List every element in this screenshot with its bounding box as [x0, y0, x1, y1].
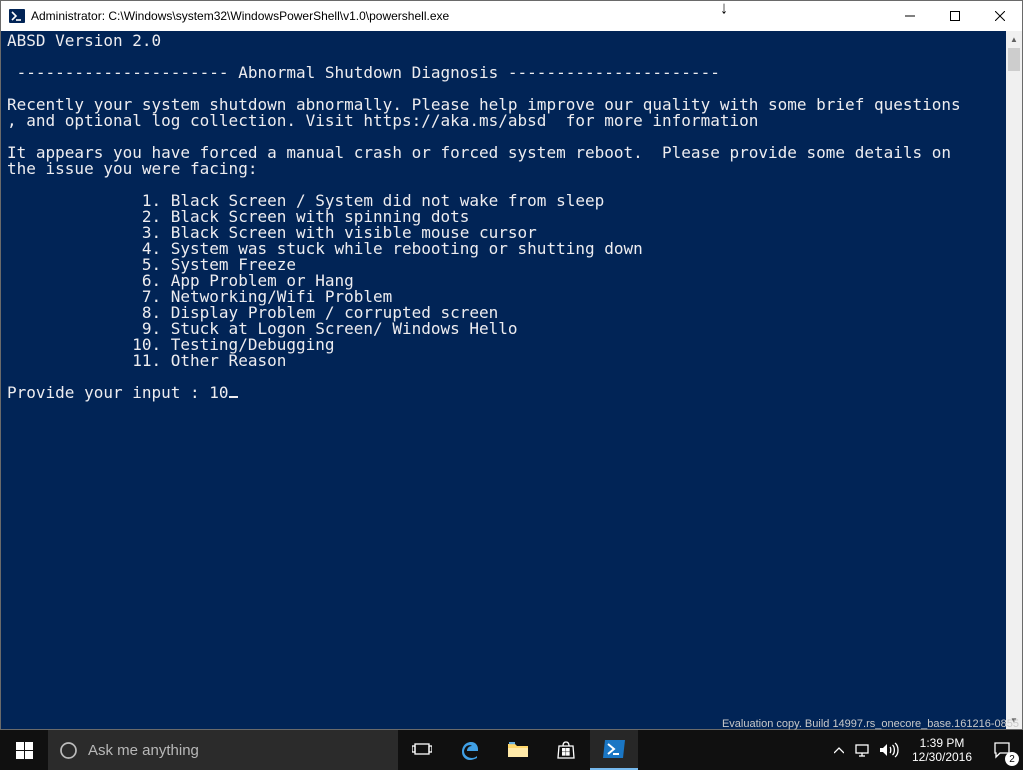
taskbar-edge-button[interactable]	[446, 730, 494, 770]
scroll-up-button[interactable]: ▲	[1006, 31, 1022, 48]
search-placeholder: Ask me anything	[88, 742, 199, 759]
window-titlebar[interactable]: Administrator: C:\Windows\system32\Windo…	[1, 1, 1022, 31]
action-center-badge: 2	[1005, 752, 1019, 766]
task-view-button[interactable]	[398, 730, 446, 770]
maximize-button[interactable]	[932, 1, 977, 31]
minimize-button[interactable]	[887, 1, 932, 31]
powershell-window: Administrator: C:\Windows\system32\Windo…	[0, 0, 1023, 730]
clock-date: 12/30/2016	[912, 750, 972, 764]
action-center-button[interactable]: 2	[981, 730, 1023, 770]
tray-volume-icon[interactable]	[875, 730, 903, 770]
taskbar-file-explorer-button[interactable]	[494, 730, 542, 770]
system-tray: 1:39 PM 12/30/2016 2	[827, 730, 1023, 770]
evaluation-watermark: Evaluation copy. Build 14997.rs_onecore_…	[722, 718, 1019, 730]
taskbar-powershell-button[interactable]	[590, 730, 638, 770]
console-text: ABSD Version 2.0 ---------------------- …	[1, 31, 1006, 729]
taskbar-clock[interactable]: 1:39 PM 12/30/2016	[903, 730, 981, 770]
cortana-icon	[48, 741, 88, 760]
scrollbar[interactable]: ▲ ▼	[1006, 31, 1022, 729]
clock-time: 1:39 PM	[920, 736, 965, 750]
scroll-track[interactable]	[1006, 48, 1022, 712]
powershell-icon	[9, 8, 25, 24]
tray-network-icon[interactable]	[851, 730, 875, 770]
scroll-thumb[interactable]	[1008, 48, 1020, 71]
tray-chevron-up-icon[interactable]	[827, 730, 851, 770]
taskbar: Ask me anything	[0, 730, 1023, 770]
text-cursor	[229, 396, 238, 398]
window-title: Administrator: C:\Windows\system32\Windo…	[31, 9, 449, 23]
console-area[interactable]: ABSD Version 2.0 ---------------------- …	[1, 31, 1022, 729]
start-button[interactable]	[0, 730, 48, 770]
taskbar-store-button[interactable]	[542, 730, 590, 770]
close-button[interactable]	[977, 1, 1022, 31]
cortana-search-box[interactable]: Ask me anything	[48, 730, 398, 770]
